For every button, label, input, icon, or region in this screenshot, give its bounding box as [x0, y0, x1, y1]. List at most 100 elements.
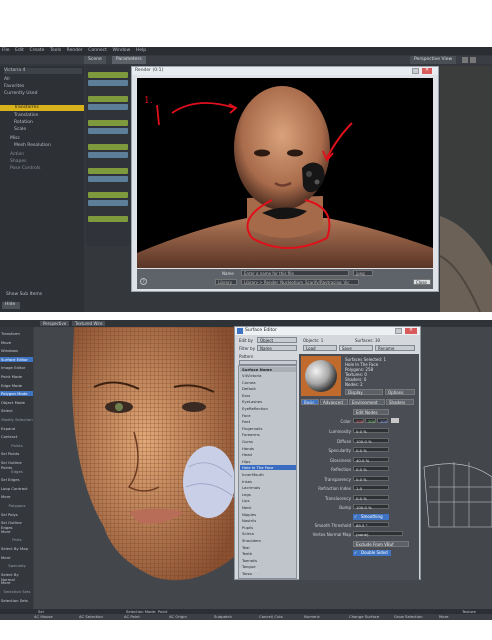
save-button[interactable]: Save: [339, 345, 373, 351]
maximize-button[interactable]: [412, 68, 419, 74]
figure-selector[interactable]: Victoria 4: [4, 68, 82, 74]
menu-help[interactable]: Help: [134, 47, 148, 54]
command-button[interactable]: More: [439, 614, 448, 619]
maximize-button[interactable]: [395, 328, 402, 334]
surface-list-item[interactable]: Nostrils: [240, 518, 296, 523]
surface-list-item[interactable]: EyeLashes: [240, 399, 296, 404]
surface-list-item[interactable]: Shoulders: [240, 538, 296, 543]
tool-button[interactable]: Image Editor: [0, 365, 33, 370]
menu-create[interactable]: Create: [27, 47, 46, 54]
surface-list-item[interactable]: Teeth: [240, 551, 296, 556]
tool-button[interactable]: Object Mode: [0, 400, 33, 405]
tool-button[interactable]: Select By Map: [0, 546, 33, 551]
tool-button[interactable]: Sel Outline Edges: [0, 520, 33, 530]
load-button[interactable]: Load: [303, 345, 337, 351]
group-rotation[interactable]: Rotation: [14, 120, 92, 126]
tab-parameters[interactable]: Parameters: [112, 56, 146, 64]
command-button[interactable]: AC Origin: [169, 614, 187, 619]
library-dropdown[interactable]: Library: [215, 279, 237, 285]
surface-list-item[interactable]: Tear: [240, 545, 296, 550]
tab-basic[interactable]: Basic: [301, 399, 319, 405]
param-slider[interactable]: [88, 168, 128, 174]
viewport-control-icon[interactable]: [462, 57, 468, 63]
color-r-input[interactable]: 200: [353, 418, 364, 424]
tool-button[interactable]: Sel Polys: [0, 512, 33, 517]
smooth-threshold-input[interactable]: 89.5 °: [353, 522, 389, 528]
surface-list-item[interactable]: Irises: [240, 479, 296, 484]
tool-button[interactable]: Sel Outline Points: [0, 460, 33, 470]
vertex-normal-dropdown[interactable]: (none): [353, 531, 403, 537]
perspective-view-selector[interactable]: Perspective View: [410, 56, 457, 64]
tool-button[interactable]: More: [0, 529, 33, 534]
group-transforms[interactable]: Transforms: [0, 105, 84, 111]
menu-window[interactable]: Window: [111, 47, 133, 54]
edit-nodes-button[interactable]: Edit Nodes: [353, 409, 389, 415]
command-button[interactable]: Change Surface: [349, 614, 379, 619]
command-button[interactable]: AC Point: [124, 614, 140, 619]
tool-button[interactable]: Select: [0, 408, 33, 413]
surface-list-item[interactable]: EyeReflection: [240, 406, 296, 411]
surface-list-item[interactable]: Forearms: [240, 432, 296, 437]
tab-scene[interactable]: Scene: [84, 56, 106, 64]
tool-button[interactable]: Windows: [0, 348, 33, 353]
property-value-input[interactable]: 100.0 %: [353, 437, 389, 444]
help-icon[interactable]: ?: [140, 278, 147, 285]
surface-list-item[interactable]: Hands: [240, 446, 296, 451]
param-slider[interactable]: [88, 152, 128, 158]
menu-file[interactable]: File: [0, 47, 12, 54]
group-mesh-resolution[interactable]: Mesh Resolution: [14, 143, 92, 149]
tool-button[interactable]: Loop Contract: [0, 486, 33, 491]
color-b-input[interactable]: 200: [377, 418, 388, 424]
color-g-input[interactable]: 200: [365, 418, 376, 424]
tool-button[interactable]: Move: [0, 340, 33, 345]
command-button[interactable]: AC Selection: [79, 614, 103, 619]
param-slider[interactable]: [88, 144, 128, 150]
param-slider[interactable]: [88, 80, 128, 86]
filter-favorites[interactable]: Favorites: [4, 84, 82, 90]
filter-by-dropdown[interactable]: Name: [257, 345, 297, 351]
group-misc[interactable]: Misc: [10, 136, 88, 142]
rename-button[interactable]: Rename: [375, 345, 415, 351]
tool-button[interactable]: Contract: [0, 434, 33, 439]
hide-button[interactable]: Hide: [2, 302, 20, 309]
surface-list-item[interactable]: Toenails: [240, 558, 296, 563]
render-mode-dropdown[interactable]: Textured Wire: [72, 321, 106, 326]
tool-button[interactable]: Transform: [0, 331, 33, 336]
filter-all[interactable]: All: [4, 77, 82, 83]
tool-button[interactable]: Expand: [0, 426, 33, 431]
command-button[interactable]: AC Mouse: [34, 614, 53, 619]
tool-button[interactable]: Point Mode: [0, 374, 33, 379]
property-value-input[interactable]: 1.0: [353, 485, 389, 491]
menu-edit[interactable]: Edit: [13, 47, 26, 54]
surface-list-item[interactable]: Gums: [240, 439, 296, 444]
surface-list-item[interactable]: Head: [240, 452, 296, 457]
view-type-dropdown[interactable]: Perspective: [40, 321, 70, 326]
exclude-vbuf-button[interactable]: Exclude From VBuf: [353, 541, 409, 547]
group-scale[interactable]: Scale: [14, 127, 92, 133]
double-sided-checkbox[interactable]: Double Sided: [353, 550, 391, 556]
group-translation[interactable]: Translation: [14, 113, 92, 119]
param-slider[interactable]: [88, 176, 128, 182]
menu-tools[interactable]: Tools: [48, 47, 63, 54]
show-sub-items-checkbox[interactable]: Show Sub Items: [6, 292, 84, 298]
surface-list-item[interactable]: Feet: [240, 419, 296, 424]
command-button[interactable]: Subpatch: [214, 614, 232, 619]
param-slider[interactable]: [88, 72, 128, 78]
options-button[interactable]: Options: [385, 389, 415, 395]
group-pose-controls[interactable]: Pose Controls: [10, 166, 88, 172]
surface-list-item[interactable]: Pupils: [240, 525, 296, 530]
param-slider[interactable]: [88, 192, 128, 198]
close-icon[interactable]: ✕: [422, 68, 432, 74]
surface-list-item[interactable]: Sclera: [240, 531, 296, 536]
surface-list-item[interactable]: Lips: [240, 498, 296, 503]
surface-list-item[interactable]: Cornea: [240, 380, 296, 385]
color-swatch[interactable]: [391, 418, 399, 423]
tab-environment[interactable]: Environment: [349, 399, 385, 405]
tool-button[interactable]: Sel Edges: [0, 477, 33, 482]
edit-by-dropdown[interactable]: Object: [257, 337, 297, 343]
property-value-input[interactable]: 0.0 %: [353, 475, 389, 482]
tool-button[interactable]: More: [0, 580, 33, 585]
format-dropdown[interactable]: jpeg: [353, 270, 373, 276]
viewport-control-icon-2[interactable]: [470, 57, 476, 63]
param-slider[interactable]: [88, 104, 128, 110]
